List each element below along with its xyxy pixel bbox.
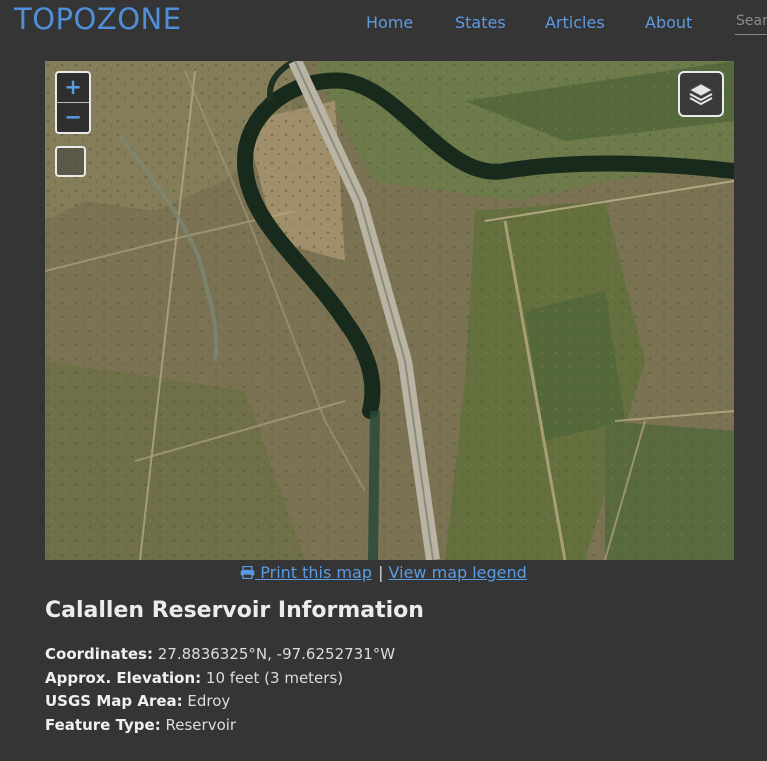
feature-title: Calallen Reservoir Information (45, 598, 424, 623)
map-links: Print this map | View map legend (0, 563, 767, 582)
layers-icon (689, 83, 713, 106)
layers-button[interactable] (678, 71, 724, 117)
info-row-elevation: Approx. Elevation: 10 feet (3 meters) (45, 667, 395, 691)
fullscreen-button[interactable] (55, 146, 86, 177)
nav-articles[interactable]: Articles (545, 13, 605, 32)
info-label: Coordinates: (45, 645, 153, 663)
search-input[interactable] (735, 10, 767, 35)
map-legend-link[interactable]: View map legend (389, 563, 527, 582)
info-label: USGS Map Area: (45, 692, 183, 710)
print-map-label: Print this map (260, 563, 372, 582)
link-separator: | (378, 563, 384, 582)
info-value: 10 feet (3 meters) (205, 668, 344, 687)
nav-about[interactable]: About (645, 13, 692, 32)
info-value: Reservoir (165, 715, 237, 734)
info-value: 27.8836325°N, -97.6252731°W (157, 645, 396, 663)
nav-home[interactable]: Home (366, 13, 413, 32)
printer-icon (240, 563, 255, 582)
print-map-link[interactable]: Print this map (240, 563, 373, 582)
info-label: Feature Type: (45, 715, 161, 734)
info-value: Edroy (187, 692, 231, 710)
info-row-feature-type: Feature Type: Reservoir (45, 714, 395, 738)
zoom-out-button[interactable]: − (57, 102, 89, 132)
satellite-imagery[interactable] (45, 61, 734, 560)
info-row-map-area: USGS Map Area: Edroy (45, 690, 395, 714)
feature-info: Coordinates: 27.8836325°N, -97.6252731°W… (45, 643, 395, 737)
nav-states[interactable]: States (455, 13, 506, 32)
zoom-controls: + − (55, 71, 91, 134)
info-label: Approx. Elevation: (45, 668, 202, 687)
zoom-in-button[interactable]: + (57, 73, 89, 102)
satellite-map[interactable]: + − (45, 61, 734, 560)
site-logo[interactable]: TOPOZONE (14, 2, 182, 36)
info-row-coordinates: Coordinates: 27.8836325°N, -97.6252731°W (45, 643, 395, 667)
